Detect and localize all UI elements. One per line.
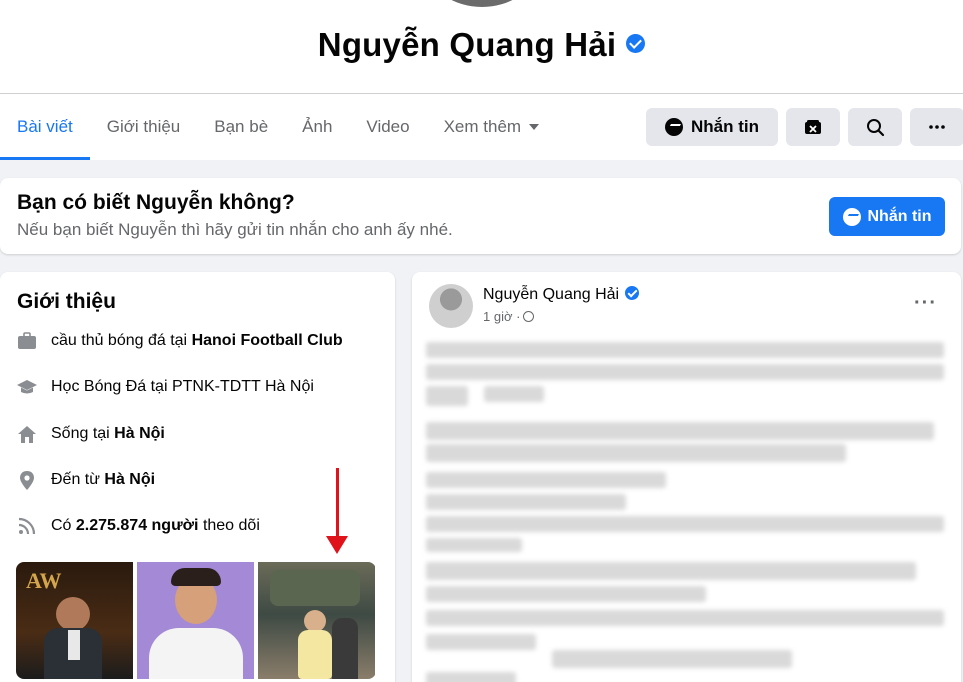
intro-lives-place[interactable]: Hà Nội [114,425,165,443]
red-arrow-annotation [336,468,339,540]
featured-photo-couple[interactable] [258,562,375,679]
profile-tabs: Bài viết Giới thiệu Bạn bè Ảnh Video Xem… [0,94,556,160]
photo-person-shirt [149,628,243,679]
intro-lives: Sống tại Hà Nội [16,423,165,445]
intro-from-prefix: Đến từ [51,471,100,488]
post-author-avatar[interactable] [429,284,473,328]
intro-study: Học Bóng Đá tại PTNK-TDTT Hà Nội [16,376,314,398]
photo-person-hair [171,568,221,586]
intro-work-place[interactable]: Hanoi Football Club [192,332,343,350]
post-time[interactable]: 1 giờ · [483,309,535,324]
photo-person-head [304,610,326,632]
featured-photos: AW [16,562,376,679]
ellipsis-icon [929,125,945,129]
rss-followers-icon [16,515,38,537]
photo-jeep [270,570,360,606]
suggestion-title: Bạn có biết Nguyễn không? [17,191,295,214]
tab-videos[interactable]: Video [349,94,426,160]
post-more-button[interactable]: ··· [914,292,937,315]
tab-more-label: Xem thêm [443,117,522,136]
profile-header: Nguyễn Quang Hải Bài viết Giới thiệu Bạn… [0,0,963,160]
intro-work: cầu thủ bóng đá tại Hanoi Football Club [16,330,343,352]
suggestion-message-button[interactable]: Nhắn tin [829,197,945,236]
tab-more[interactable]: Xem thêm [427,94,556,160]
photo-person-shirt [68,630,80,660]
verified-badge-icon [625,286,640,300]
search-button[interactable] [848,108,902,146]
tab-friends[interactable]: Bạn bè [197,94,285,160]
graduation-cap-icon [16,376,38,398]
tab-about[interactable]: Giới thiệu [90,94,198,160]
intro-followers-suffix: theo dõi [202,517,260,534]
messenger-icon [842,207,861,226]
featured-photo-portrait[interactable] [137,562,254,679]
photo-person-dress [298,630,332,679]
profile-name-row: Nguyễn Quang Hải [0,26,963,64]
friend-suggestion-card: Bạn có biết Nguyễn không? Nếu bạn biết N… [0,178,961,254]
intro-title: Giới thiệu [17,290,116,313]
intro-followers: Có 2.275.874 người theo dõi [16,515,260,537]
photo-person-partner [332,618,358,679]
photo-person-head [56,597,90,631]
intro-study-text: Học Bóng Đá tại PTNK-TDTT Hà Nội [51,378,314,395]
briefcase-icon [16,330,38,352]
location-pin-icon [16,469,38,491]
post-author-name: Nguyễn Quang Hải [483,286,620,303]
intro-followers-prefix: Có [51,517,72,534]
intro-followers-count[interactable]: 2.275.874 người [76,517,199,535]
message-button-label: Nhắn tin [691,117,759,136]
verified-badge-icon [626,34,646,53]
message-button[interactable]: Nhắn tin [646,108,778,146]
post-time-label: 1 giờ · [483,309,521,324]
intro-card: Giới thiệu cầu thủ bóng đá tại Hanoi Foo… [0,272,395,682]
friend-options-button[interactable] [786,108,840,146]
award-logo-text: AW [26,568,62,593]
globe-icon [523,311,535,322]
red-arrow-head-icon [326,536,348,554]
intro-work-prefix: cầu thủ bóng đá tại [51,332,188,349]
person-block-icon [805,120,821,134]
tab-photos[interactable]: Ảnh [285,94,349,160]
suggestion-subtitle: Nếu bạn biết Nguyễn thì hãy gửi tin nhắn… [17,220,453,239]
post-author[interactable]: Nguyễn Quang Hải [483,286,640,304]
post-card: Nguyễn Quang Hải 1 giờ · ··· [412,272,961,682]
home-icon [16,423,38,445]
profile-name: Nguyễn Quang Hải [317,26,617,63]
intro-from: Đến từ Hà Nội [16,469,155,491]
intro-lives-prefix: Sống tại [51,425,110,442]
messenger-icon [665,118,683,136]
caret-down-icon [529,124,540,130]
suggestion-message-label: Nhắn tin [867,207,932,225]
search-icon [866,118,884,136]
tab-posts[interactable]: Bài viết [0,94,90,160]
intro-from-place[interactable]: Hà Nội [104,471,155,489]
more-options-button[interactable] [910,108,963,146]
featured-photo-award[interactable]: AW [16,562,133,679]
profile-avatar[interactable] [427,0,537,10]
